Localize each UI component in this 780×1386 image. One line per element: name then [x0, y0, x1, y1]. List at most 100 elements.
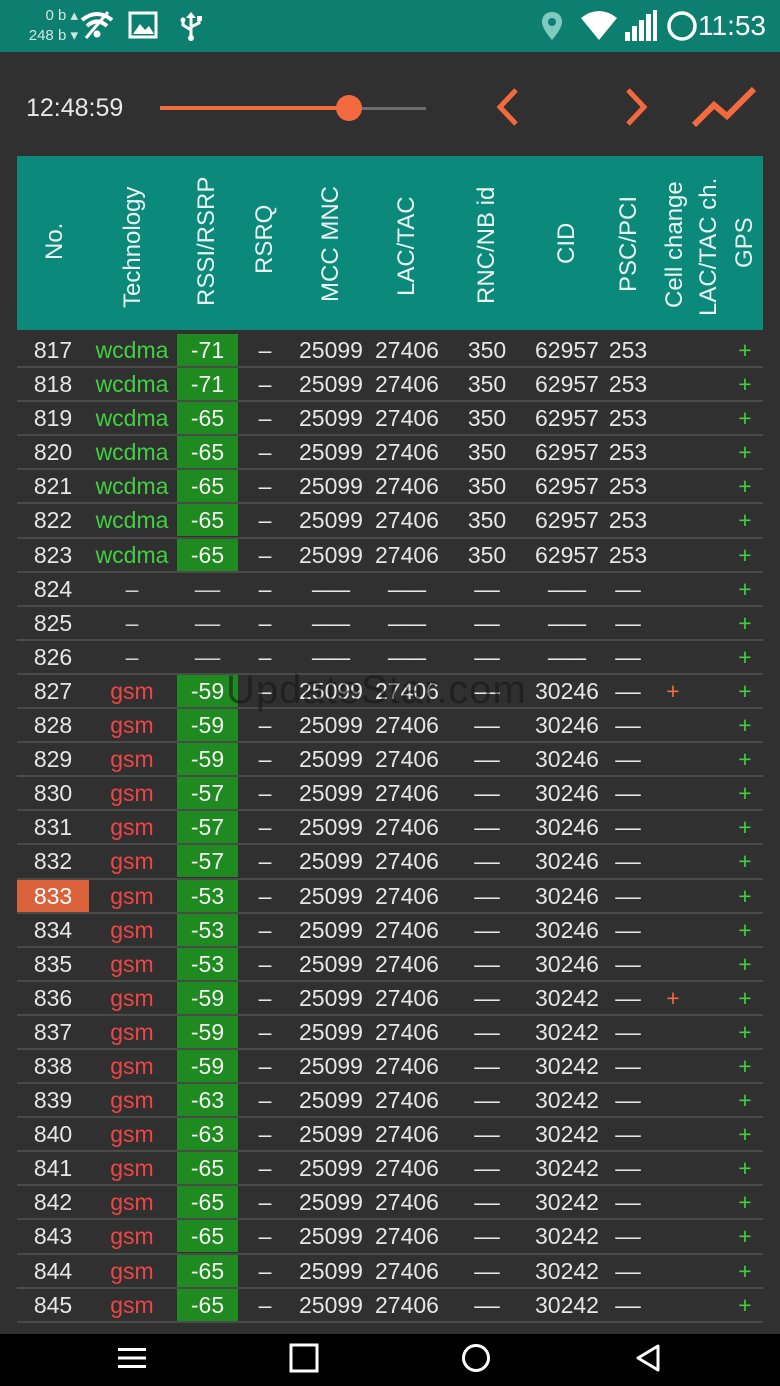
table-row[interactable]: 828 gsm -59–25099 27406 –– 30246 –– + — [17, 709, 763, 744]
cell-rsrq: – — [258, 1018, 272, 1045]
cell-rnc-nb: –– — [474, 984, 500, 1011]
cell-cid: 30242 — [535, 984, 599, 1011]
cell-lac-tac: 27406 — [375, 984, 439, 1011]
cell-mcc-mnc: 25099 — [299, 1018, 363, 1045]
cell-gps-mark: + — [738, 371, 752, 398]
table-row[interactable]: 829 gsm -59–25099 27406 –– 30246 –– + — [17, 743, 763, 778]
table-row[interactable]: 837 gsm -59–25099 27406 –– 30242 –– + — [17, 1015, 763, 1050]
slider-thumb[interactable] — [335, 95, 362, 121]
cell-change-mark: + — [666, 984, 680, 1011]
table-row[interactable]: 843 gsm -65–25099 27406 –– 30242 –– + — [17, 1220, 763, 1255]
previous-button[interactable] — [482, 84, 532, 134]
table-row[interactable]: 826– –– – ––– ––– –– ––– –– + — [17, 641, 763, 675]
table-row[interactable]: 834 gsm -53–25099 27406 –– 30246 –– + — [17, 913, 763, 948]
next-button[interactable] — [612, 84, 662, 134]
cell-cid: 30246 — [535, 916, 599, 943]
cell-rsrq: – — [258, 814, 272, 841]
table-row[interactable]: 825– –– – ––– ––– –– ––– –– + — [17, 607, 763, 641]
cell-psc-pci: –– — [615, 916, 641, 943]
time-slider[interactable] — [160, 94, 426, 122]
recents-button[interactable] — [282, 1340, 326, 1380]
cell-mcc-mnc: 25099 — [299, 337, 363, 363]
home-circle-icon — [461, 1343, 491, 1378]
cell-gps-mark: + — [738, 814, 752, 841]
table-row[interactable]: 830 gsm -57–25099 27406 –– 30246 –– + — [17, 777, 763, 812]
cell-technology: gsm — [110, 1189, 154, 1216]
table-row[interactable]: 836 gsm -59–25099 27406 –– 30242 –– + + — [17, 981, 763, 1016]
table-row[interactable]: 831 gsm -57–25099 27406 –– 30246 –– + — [17, 811, 763, 846]
cell-gps-mark: + — [738, 848, 752, 875]
cell-rnc-nb: –– — [474, 1121, 500, 1148]
cell-rnc-nb: –– — [474, 609, 500, 636]
cell-cid: 30242 — [535, 1257, 599, 1284]
table-row[interactable]: 842 gsm -65–25099 27406 –– 30242 –– + — [17, 1186, 763, 1221]
table-row[interactable]: 820 wcdma -65–25099 27406 350 62957 253 + — [17, 436, 763, 471]
cell-technology: gsm — [110, 1155, 154, 1182]
menu-button[interactable] — [110, 1340, 154, 1380]
cell-psc-pci: 253 — [608, 405, 648, 432]
table-row[interactable]: 841 gsm -65–25099 27406 –– 30242 –– + — [17, 1152, 763, 1187]
cell-gps-mark: + — [738, 950, 752, 977]
back-button[interactable] — [626, 1340, 670, 1380]
table-row[interactable]: 840 gsm -63–25099 27406 –– 30242 –– + — [17, 1118, 763, 1153]
cell-psc-pci: –– — [615, 848, 641, 875]
cell-cid: ––– — [547, 609, 587, 636]
cell-psc-pci: –– — [615, 1155, 641, 1182]
cell-technology: gsm — [110, 848, 154, 875]
table-row[interactable]: 845 gsm -65–25099 27406 –– 30242 –– + — [17, 1288, 763, 1323]
cell-cid: 30242 — [535, 1018, 599, 1045]
cell-log-table: No. Technology RSSI/RSRP RSRQ MCC MNC LA… — [17, 156, 763, 1323]
cell-mcc-mnc: 25099 — [299, 473, 363, 500]
cell-no: 836 — [33, 984, 73, 1011]
cell-rssi: -53 — [177, 913, 238, 946]
cell-gps-mark: + — [738, 1155, 752, 1182]
table-row[interactable]: 838 gsm -59–25099 27406 –– 30242 –– + — [17, 1049, 763, 1085]
table-row[interactable]: 819 wcdma -65–25099 27406 350 62957 253 + — [17, 402, 763, 437]
cell-rsrq: – — [258, 780, 272, 807]
table-row[interactable]: 821 wcdma -65–25099 27406 350 62957 253 + — [17, 470, 763, 505]
table-row[interactable]: 824– –– – ––– ––– –– ––– –– + — [17, 573, 763, 607]
cell-no: 825 — [33, 609, 73, 636]
table-row[interactable]: 839 gsm -63–25099 27406 –– 30242 –– + — [17, 1084, 763, 1119]
table-row[interactable]: 817 wcdma -71– 25099 27406 350 62957 253 + — [17, 334, 763, 369]
cell-no: 817 — [33, 337, 73, 363]
table-row[interactable]: 818 wcdma -71–25099 27406 350 62957 253 + — [17, 368, 763, 403]
table-row[interactable]: 835 gsm -53–25099 27406 –– 30246 –– + — [17, 947, 763, 982]
cell-technology: wcdma — [95, 337, 169, 363]
cell-rsrq: – — [258, 984, 272, 1011]
cell-change-mark — [657, 811, 689, 843]
cell-mcc-mnc: 25099 — [299, 405, 363, 432]
cell-rssi: -65 — [177, 1220, 238, 1253]
cell-lac-tac: ––– — [387, 609, 427, 636]
home-button[interactable] — [454, 1340, 498, 1380]
cell-rsrq: – — [258, 1121, 272, 1148]
cell-rsrq: – — [258, 1087, 272, 1114]
cell-gps-mark: + — [738, 882, 752, 909]
cell-mcc-mnc: 25099 — [299, 1052, 363, 1079]
cell-change-mark — [657, 880, 689, 912]
cell-psc-pci: –– — [615, 984, 641, 1011]
cell-rnc-nb: –– — [474, 780, 500, 807]
chart-button[interactable] — [690, 84, 758, 134]
status-bar: 0 b ▴ 248 b ▾ 11:53 — [0, 0, 780, 52]
cell-rnc-nb: –– — [474, 1155, 500, 1182]
cell-lac-tac: 27406 — [375, 916, 439, 943]
cell-no: 821 — [33, 473, 73, 500]
cell-psc-pci: –– — [615, 1189, 641, 1216]
cell-lac-tac: ––– — [387, 575, 427, 602]
table-row[interactable]: 833 gsm -53–25099 27406 –– 30246 –– + — [17, 879, 763, 914]
cell-rnc-nb: –– — [474, 916, 500, 943]
table-row[interactable]: 823 wcdma -65–25099 27406 350 62957 253 + — [17, 538, 763, 573]
table-row[interactable]: 822 wcdma -65–25099 27406 350 62957 253 + — [17, 504, 763, 539]
cell-gps-mark: + — [738, 1052, 752, 1079]
cell-cid: 30246 — [535, 882, 599, 909]
cell-cid: 30242 — [535, 1189, 599, 1216]
cell-technology: wcdma — [95, 439, 169, 466]
table-row[interactable]: 827 gsm -59–25099 27406 –– 30246 –– + + — [17, 674, 763, 710]
table-row[interactable]: 832 gsm -57–25099 27406 –– 30246 –– + — [17, 845, 763, 880]
cell-change-mark — [657, 641, 689, 673]
cell-rsrq: – — [258, 405, 272, 432]
cell-psc-pci: –– — [615, 1223, 641, 1250]
cell-gps-mark: + — [738, 507, 752, 534]
table-row[interactable]: 844 gsm -65–25099 27406 –– 30242 –– + — [17, 1254, 763, 1289]
